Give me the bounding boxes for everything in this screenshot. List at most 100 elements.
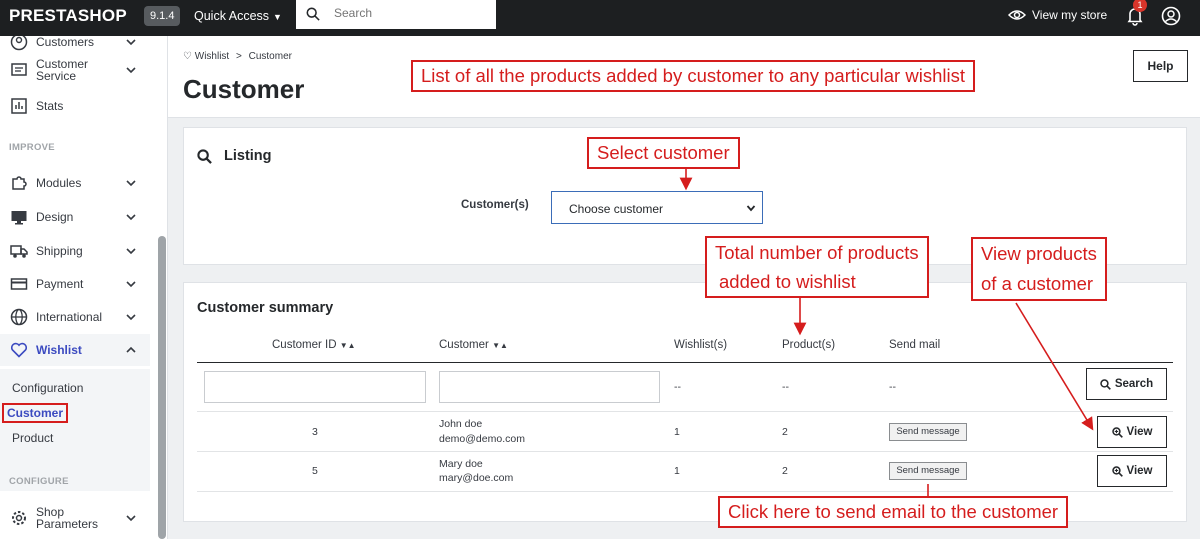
section-title-improve: IMPROVE: [9, 142, 55, 153]
sidebar-subitem-configuration[interactable]: Configuration: [12, 381, 83, 395]
sidebar-item-shop-parameters[interactable]: Shop Parameters: [0, 502, 150, 534]
sidebar-item-stats[interactable]: Stats: [0, 90, 150, 122]
filter-wishlists-placeholder: --: [674, 381, 681, 393]
row1-view-button[interactable]: View: [1097, 416, 1167, 448]
chevron-down-icon: [126, 67, 136, 74]
help-button[interactable]: Help: [1133, 50, 1188, 82]
sidebar-subitem-customer[interactable]: Customer: [2, 403, 69, 423]
column-header-customer-id[interactable]: Customer ID ▼▲: [272, 339, 356, 351]
zoom-in-icon: [1111, 426, 1123, 438]
column-header-customer[interactable]: Customer ▼▲: [439, 339, 508, 351]
sidebar: Customers Customer Service Stats IMPROVE…: [0, 36, 168, 539]
sidebar-subitem-product[interactable]: Product: [12, 431, 53, 445]
row-divider: [197, 491, 1173, 492]
annotation-view-products-line2: of a customer: [981, 273, 1094, 294]
row-divider: [197, 411, 1173, 412]
gear-icon: [12, 511, 26, 525]
column-header-products: Product(s): [782, 339, 836, 351]
customer-select[interactable]: Choose customer: [551, 191, 763, 224]
chevron-down-icon: [126, 314, 136, 321]
header-search-input[interactable]: [334, 6, 484, 20]
chevron-down-icon: [126, 248, 136, 255]
filter-products-placeholder: --: [782, 381, 789, 393]
puzzle-icon: [12, 176, 27, 190]
section-title-configure: CONFIGURE: [9, 476, 69, 487]
annotation-list-all: List of all the products added by custom…: [411, 60, 975, 92]
annotation-total-products: Total number of products added to wishli…: [705, 236, 929, 298]
table-header-divider: [197, 362, 1173, 363]
breadcrumb-current: Customer: [248, 51, 292, 62]
annotation-total-products-line2: added to wishlist: [719, 271, 856, 292]
zoom-in-icon: [1111, 465, 1123, 477]
customer-service-icon: [11, 63, 27, 76]
page-title: Customer: [183, 74, 305, 104]
search-icon: [197, 149, 212, 164]
top-bar: PRESTASHOP 9.1.4 Quick Access▼ View my s…: [0, 0, 1200, 36]
row2-products: 2: [782, 465, 788, 477]
breadcrumb: ♡ Wishlist > Customer: [183, 51, 292, 62]
filter-customer-id-input[interactable]: [204, 371, 426, 403]
customers-icon: [10, 36, 28, 51]
view-store-link[interactable]: View my store: [1008, 8, 1107, 22]
view-store-label: View my store: [1032, 8, 1108, 22]
row1-view-label: View: [1126, 426, 1153, 438]
chevron-down-icon: [126, 39, 136, 46]
stats-icon: [11, 98, 27, 114]
header-search[interactable]: [296, 0, 496, 29]
sidebar-item-customer-service[interactable]: Customer Service: [0, 54, 150, 86]
filter-customer-input[interactable]: [439, 371, 660, 403]
sidebar-item-label: Customer Service: [36, 57, 89, 83]
account-icon[interactable]: [1161, 6, 1181, 26]
row2-customer-email: mary@doe.com: [439, 472, 514, 484]
annotation-send-email: Click here to send email to the customer: [718, 496, 1069, 528]
sidebar-item-label: Shipping: [36, 244, 83, 258]
row2-wishlists: 1: [674, 465, 680, 477]
breadcrumb-parent[interactable]: Wishlist: [195, 51, 229, 62]
sidebar-scrollbar[interactable]: [158, 236, 166, 539]
search-icon: [1100, 378, 1111, 390]
row1-products: 2: [782, 426, 788, 438]
row2-customer-name: Mary doe: [439, 458, 483, 470]
quick-access-menu[interactable]: Quick Access ▼: [194, 9, 282, 23]
row2-view-label: View: [1126, 465, 1153, 477]
customer-summary-title: Customer summary: [197, 300, 334, 316]
search-button-label: Search: [1114, 378, 1154, 390]
chevron-down-icon: [126, 180, 136, 187]
sidebar-item-payment[interactable]: Payment: [0, 268, 150, 300]
eye-icon: [1008, 10, 1026, 20]
row2-send-message-button[interactable]: Send message: [889, 462, 967, 480]
row-divider: [197, 451, 1173, 452]
filter-sendmail-placeholder: --: [889, 381, 896, 393]
sidebar-item-design[interactable]: Design: [0, 201, 150, 233]
chevron-up-icon: [126, 346, 136, 353]
row1-send-message-button[interactable]: Send message: [889, 423, 967, 441]
annotation-view-products: View products of a customer: [971, 237, 1107, 301]
listing-title: Listing: [224, 148, 272, 164]
column-header-wishlists: Wishlist(s): [674, 339, 728, 351]
prestashop-logo[interactable]: PRESTASHOP: [9, 6, 127, 26]
globe-icon: [10, 308, 28, 326]
customer-select-label: Customer(s): [461, 199, 529, 211]
search-icon: [306, 7, 320, 21]
sidebar-item-label: Modules: [36, 176, 82, 190]
version-badge: 9.1.4: [144, 6, 181, 26]
annotation-select-customer: Select customer: [587, 137, 740, 169]
quick-access-label: Quick Access: [194, 9, 270, 23]
breadcrumb-separator: >: [235, 51, 242, 62]
customer-select-value: Choose customer: [569, 202, 664, 216]
sidebar-item-wishlist[interactable]: Wishlist: [0, 334, 150, 366]
sidebar-item-label: International: [36, 310, 103, 324]
row1-wishlists: 1: [674, 426, 680, 438]
annotation-view-products-line1: View products: [981, 243, 1097, 264]
sidebar-item-label: Wishlist: [36, 343, 82, 357]
sidebar-item-international[interactable]: International: [0, 301, 150, 333]
sidebar-item-label: Customers: [36, 36, 95, 49]
monitor-icon: [11, 211, 27, 225]
sidebar-item-modules[interactable]: Modules: [0, 167, 150, 199]
sidebar-item-shipping[interactable]: Shipping: [0, 235, 150, 267]
row2-view-button[interactable]: View: [1097, 455, 1167, 487]
search-button[interactable]: Search: [1086, 368, 1167, 400]
sidebar-item-label: Stats: [36, 99, 64, 113]
column-header-send-mail: Send mail: [889, 339, 941, 351]
truck-icon: [10, 245, 28, 258]
